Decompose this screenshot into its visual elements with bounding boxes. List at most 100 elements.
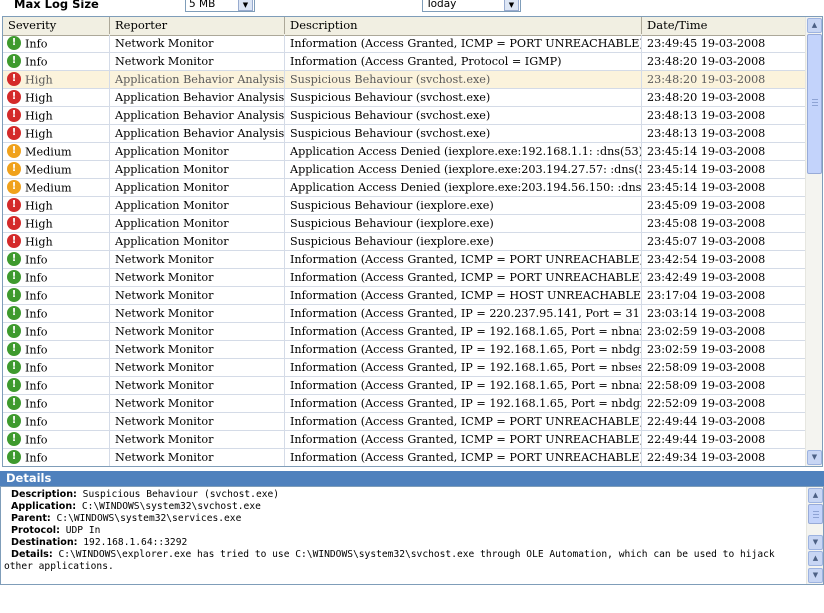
column-header-description[interactable]: Description [285, 17, 642, 34]
scroll-down-icon[interactable]: ▼ [807, 450, 822, 465]
high-severity-icon: ! [7, 198, 21, 212]
reporter-cell: Application Behavior Analysis [110, 89, 285, 106]
severity-cell: ! High [3, 215, 110, 232]
table-row[interactable]: ! High Application Behavior Analysis Suspic… [3, 107, 806, 125]
reporter-cell: Network Monitor [110, 377, 285, 394]
table-row[interactable]: ! Info Network Monitor Information (Access … [3, 269, 806, 287]
severity-cell: ! High [3, 197, 110, 214]
severity-label: Info [25, 343, 48, 357]
datetime-cell: 23:45:14 19-03-2008 [647, 145, 766, 158]
datetime-cell: 22:49:44 19-03-2008 [647, 415, 766, 428]
high-severity-icon: ! [7, 126, 21, 140]
scroll-down-icon[interactable]: ▼ [808, 535, 823, 550]
details-header: Details [0, 471, 824, 486]
severity-cell: ! Info [3, 305, 110, 322]
period-select[interactable]: Today ▼ [422, 0, 521, 12]
datetime-cell: 23:45:07 19-03-2008 [647, 235, 766, 248]
severity-cell: ! High [3, 125, 110, 142]
reporter-cell: Network Monitor [110, 287, 285, 304]
log-table: Severity Reporter Description Date/Time … [2, 16, 823, 467]
reporter-cell: Application Monitor [110, 233, 285, 250]
table-row[interactable]: ! Info Network Monitor Information (Access … [3, 251, 806, 269]
table-row[interactable]: ! Medium Application Monitor Application Ac… [3, 179, 806, 197]
reporter-cell: Network Monitor [110, 35, 285, 52]
column-header-reporter[interactable]: Reporter [110, 17, 285, 34]
datetime-cell: 23:48:20 19-03-2008 [647, 73, 766, 86]
severity-label: Info [25, 451, 48, 465]
scroll-down-icon[interactable]: ▼ [808, 568, 823, 583]
datetime-cell: 23:02:59 19-03-2008 [647, 343, 766, 356]
datetime-cell: 23:48:13 19-03-2008 [647, 109, 766, 122]
severity-label: High [25, 91, 53, 105]
chevron-down-icon[interactable]: ▼ [238, 0, 253, 11]
table-row[interactable]: ! Info Network Monitor Information (Access … [3, 359, 806, 377]
description-cell: Application Access Denied (iexplore.exe:… [285, 179, 642, 196]
details-panel: Description: Suspicious Behaviour (svcho… [0, 486, 824, 585]
table-row[interactable]: ! Medium Application Monitor Application Ac… [3, 161, 806, 179]
description-cell: Information (Access Granted, ICMP = PORT… [285, 35, 642, 52]
severity-label: High [25, 217, 53, 231]
description-cell: Suspicious Behaviour (iexplore.exe) [285, 233, 642, 250]
table-row[interactable]: ! Info Network Monitor Information (Access … [3, 341, 806, 359]
datetime-cell: 23:48:20 19-03-2008 [647, 91, 766, 104]
table-row[interactable]: ! High Application Behavior Analysis Suspic… [3, 71, 806, 89]
high-severity-icon: ! [7, 216, 21, 230]
scroll-up-icon[interactable]: ▲ [807, 18, 822, 33]
datetime-cell: 23:48:13 19-03-2008 [647, 127, 766, 140]
severity-label: Info [25, 379, 48, 393]
table-row[interactable]: ! Info Network Monitor Information (Access … [3, 413, 806, 431]
scroll-up-icon[interactable]: ▲ [808, 551, 823, 566]
scroll-thumb[interactable] [808, 504, 823, 524]
reporter-cell: Network Monitor [110, 269, 285, 286]
reporter-cell: Network Monitor [110, 449, 285, 466]
severity-cell: ! Info [3, 323, 110, 340]
severity-label: Info [25, 271, 48, 285]
info-icon: ! [7, 306, 21, 320]
log-scrollbar[interactable]: ▲ ▼ [805, 17, 822, 466]
severity-cell: ! High [3, 233, 110, 250]
description-cell: Suspicious Behaviour (iexplore.exe) [285, 197, 642, 214]
datetime-cell: 23:02:59 19-03-2008 [647, 325, 766, 338]
datetime-cell: 23:49:45 19-03-2008 [647, 37, 766, 50]
table-row[interactable]: ! Info Network Monitor Information (Access … [3, 377, 806, 395]
chevron-down-icon[interactable]: ▼ [504, 0, 519, 11]
datetime-cell: 23:45:14 19-03-2008 [647, 163, 766, 176]
table-row[interactable]: ! Medium Application Monitor Application Ac… [3, 143, 806, 161]
table-row[interactable]: ! Info Network Monitor Information (Access … [3, 323, 806, 341]
description-cell: Information (Access Granted, ICMP = PORT… [285, 431, 642, 448]
detail-details: Details: C:\WINDOWS\explorer.exe has tri… [4, 549, 775, 572]
table-row[interactable]: ! Info Network Monitor Information (Access … [3, 431, 806, 449]
details-scrollbar[interactable]: ▲ ▼ ▲ ▼ [806, 487, 823, 584]
severity-cell: ! Medium [3, 143, 110, 160]
datetime-cell: 23:42:49 19-03-2008 [647, 271, 766, 284]
table-row[interactable]: ! Info Network Monitor Information (Access … [3, 449, 806, 466]
scroll-thumb[interactable] [807, 34, 822, 174]
description-cell: Suspicious Behaviour (svchost.exe) [285, 71, 642, 88]
severity-label: Info [25, 361, 48, 375]
table-row[interactable]: ! High Application Monitor Suspicious Behav… [3, 215, 806, 233]
table-row[interactable]: ! High Application Monitor Suspicious Behav… [3, 233, 806, 251]
table-row[interactable]: ! Info Network Monitor Information (Access … [3, 395, 806, 413]
detail-description: Description: Suspicious Behaviour (svcho… [11, 489, 280, 500]
high-severity-icon: ! [7, 72, 21, 86]
table-row[interactable]: ! Info Network Monitor Information (Access … [3, 53, 806, 71]
reporter-cell: Network Monitor [110, 251, 285, 268]
log-size-value: 5 MB [189, 0, 216, 10]
description-cell: Information (Access Granted, IP = 192.16… [285, 395, 642, 412]
column-header-datetime[interactable]: Date/Time [642, 17, 806, 34]
detail-application: Application: C:\WINDOWS\system32\svchost… [11, 501, 261, 512]
column-header-severity[interactable]: Severity [3, 17, 110, 34]
log-size-select[interactable]: 5 MB ▼ [185, 0, 255, 12]
table-row[interactable]: ! High Application Behavior Analysis Suspic… [3, 125, 806, 143]
table-row[interactable]: ! Info Network Monitor Information (Access … [3, 305, 806, 323]
severity-cell: ! Info [3, 35, 110, 52]
table-row[interactable]: ! Info Network Monitor Information (Access … [3, 287, 806, 305]
table-row[interactable]: ! High Application Behavior Analysis Suspic… [3, 89, 806, 107]
reporter-cell: Application Monitor [110, 161, 285, 178]
table-row[interactable]: ! High Application Monitor Suspicious Behav… [3, 197, 806, 215]
datetime-cell: 23:45:08 19-03-2008 [647, 217, 766, 230]
details-text: Description: Suspicious Behaviour (svcho… [4, 489, 804, 573]
table-row[interactable]: ! Info Network Monitor Information (Access … [3, 35, 806, 53]
scroll-up-icon[interactable]: ▲ [808, 488, 823, 503]
detail-parent: Parent: C:\WINDOWS\system32\services.exe [11, 513, 242, 524]
